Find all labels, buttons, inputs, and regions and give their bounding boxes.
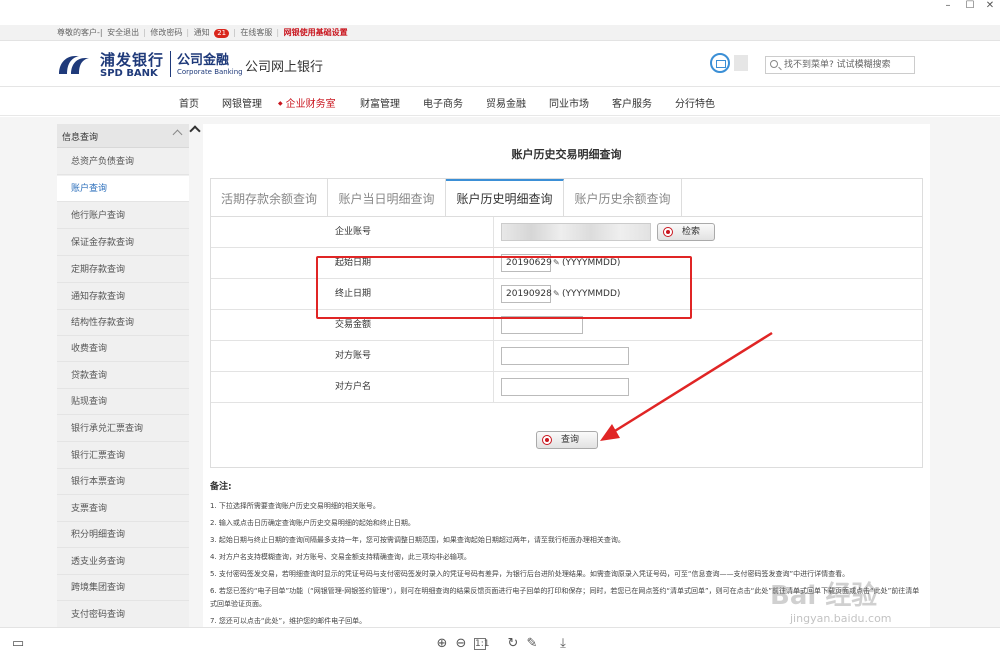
- settings-link[interactable]: 网银使用基础设置: [284, 28, 348, 37]
- sidebar: 信息查询 总资产负债查询 账户查询 他行账户查询 保证金存款查询 定期存款查询 …: [57, 124, 189, 627]
- query-button[interactable]: 查询: [536, 431, 598, 449]
- query-button-label: 查询: [561, 435, 580, 445]
- watermark-url: jingyan.baidu.com: [790, 612, 892, 625]
- nav-item-branch[interactable]: 分行特色: [675, 95, 715, 110]
- logo-divider: [170, 51, 171, 77]
- sidebar-item[interactable]: 银行汇票查询: [57, 443, 189, 469]
- site-title: 公司网上银行: [245, 60, 324, 75]
- download-icon[interactable]: ⤓: [555, 636, 571, 652]
- tab-current-balance[interactable]: 活期存款余额查询: [211, 179, 328, 217]
- window-titlebar: – ☐ ✕: [0, 0, 1000, 14]
- account-select[interactable]: [501, 223, 651, 241]
- counter-account-input[interactable]: [501, 347, 629, 365]
- sidebar-item[interactable]: 透支业务查询: [57, 549, 189, 575]
- sidebar-item[interactable]: 支票查询: [57, 496, 189, 522]
- sidebar-item[interactable]: 支付密码查询: [57, 602, 189, 627]
- minimize-button[interactable]: –: [936, 0, 960, 12]
- button-dot-icon: [542, 435, 552, 445]
- sidebar-section-label: 信息查询: [62, 133, 99, 143]
- search-button[interactable]: 检索: [657, 223, 715, 241]
- util-bar: 尊敬的客户-| 安全退出 | 修改密码 | 通知 21 | 在线客服 | 网银使用基础设…: [0, 25, 1000, 41]
- sidebar-item[interactable]: 总资产负债查询: [57, 149, 189, 175]
- counter-name-input[interactable]: [501, 378, 629, 396]
- sidebar-item[interactable]: 收费查询: [57, 336, 189, 362]
- account-label: 企业账号: [211, 217, 494, 248]
- sidebar-item[interactable]: 银行本票查询: [57, 469, 189, 495]
- sidebar-item[interactable]: 他行账户查询: [57, 203, 189, 229]
- sidebar-item[interactable]: 贷款查询: [57, 363, 189, 389]
- menu-search-input[interactable]: 找不到菜单? 试试模糊搜索: [765, 56, 915, 74]
- nav-item-ebank-mgmt[interactable]: 网银管理: [222, 95, 262, 110]
- notice-count-badge: 21: [214, 29, 230, 38]
- calendar-icon[interactable]: [710, 53, 730, 73]
- watermark: Bai 经验: [770, 581, 878, 611]
- sidebar-item[interactable]: 结构性存款查询: [57, 310, 189, 336]
- button-dot-icon: [663, 227, 673, 237]
- row-account: 企业账号 检索: [211, 217, 922, 248]
- bank-name-en: SPD BANK: [100, 68, 158, 79]
- panel-icon[interactable]: ▭: [10, 636, 26, 652]
- search-button-label: 检索: [682, 227, 701, 237]
- sidebar-item[interactable]: 积分明细查询: [57, 522, 189, 548]
- row-counter-name: 对方户名: [211, 372, 922, 403]
- nav-item-home[interactable]: 首页: [179, 95, 199, 110]
- header: 浦发银行 SPD BANK 公司金融 Corporate Banking 公司网…: [0, 41, 1000, 87]
- tab-history-detail[interactable]: 账户历史明细查询: [446, 179, 564, 217]
- nav-item-customer-service[interactable]: 客户服务: [612, 95, 652, 110]
- corp-name-en: Corporate Banking: [177, 68, 243, 76]
- zoom-in-icon[interactable]: ⊕: [434, 636, 450, 652]
- date-highlight-box: [316, 256, 692, 319]
- tab-bar: 活期存款余额查询 账户当日明细查询 账户历史明细查询 账户历史余额查询: [210, 178, 923, 217]
- fit-page-icon[interactable]: 1:1: [474, 638, 489, 650]
- note-item: 4. 对方户名支持模糊查询，对方账号、交易金额支持精确查询，此三项均非必输项。: [210, 553, 471, 561]
- avatar[interactable]: [734, 55, 748, 71]
- note-item: 3. 起始日期与终止日期的查询间隔最多支持一年，您可按需调整日期范围，如果查询起…: [210, 536, 625, 544]
- sidebar-item-active[interactable]: 账户查询: [57, 176, 189, 202]
- spd-logo-icon: [59, 56, 89, 74]
- notice-link[interactable]: 通知: [194, 28, 210, 37]
- logout-link[interactable]: 安全退出: [107, 28, 139, 37]
- sidebar-item[interactable]: 跨境集团查询: [57, 575, 189, 601]
- tab-history-balance[interactable]: 账户历史余额查询: [564, 179, 682, 217]
- bottom-toolbar: ▭ ⊕ ⊖ 1:1 ↻ ✎ ⤓: [0, 627, 1000, 663]
- search-icon: [770, 60, 778, 68]
- query-form: 企业账号 检索 起始日期 20190629 ✎ (YYYYMMDD) 终止日期 …: [210, 216, 923, 468]
- nav-item-wealth[interactable]: 财富管理: [360, 95, 400, 110]
- main-panel: 账户历史交易明细查询 活期存款余额查询 账户当日明细查询 账户历史明细查询 账户…: [203, 124, 930, 627]
- sidebar-item[interactable]: 贴现查询: [57, 389, 189, 415]
- nav-item-interbank[interactable]: 同业市场: [549, 95, 589, 110]
- counter-name-label: 对方户名: [211, 372, 494, 403]
- row-counter-account: 对方账号: [211, 341, 922, 372]
- note-item: 1. 下拉选择所需要查询账户历史交易明细的相关账号。: [210, 502, 380, 510]
- sidebar-section-header[interactable]: 信息查询: [57, 124, 189, 148]
- nav-item-trade-finance[interactable]: 贸易金融: [486, 95, 526, 110]
- nav-item-finance-room[interactable]: 企业财务室: [278, 95, 336, 110]
- page-title: 账户历史交易明细查询: [511, 148, 622, 161]
- sidebar-item[interactable]: 银行承兑汇票查询: [57, 416, 189, 442]
- sidebar-item[interactable]: 通知存款查询: [57, 284, 189, 310]
- chevron-up-icon: [172, 129, 183, 140]
- main-nav: 首页 网银管理 企业财务室 财富管理 电子商务 贸易金融 同业市场 客户服务 分…: [0, 88, 1000, 116]
- tab-today-detail[interactable]: 账户当日明细查询: [328, 179, 446, 217]
- sidebar-item[interactable]: 定期存款查询: [57, 257, 189, 283]
- sidebar-item[interactable]: 保证金存款查询: [57, 230, 189, 256]
- note-item: 2. 输入或点击日历确定查询账户历史交易明细的起始和终止日期。: [210, 519, 415, 527]
- notes-title: 备注:: [210, 482, 232, 492]
- close-button[interactable]: ✕: [978, 0, 1000, 12]
- online-service-link[interactable]: 在线客服: [240, 28, 272, 37]
- counter-account-label: 对方账号: [211, 341, 494, 372]
- corp-name-cn: 公司金融: [177, 53, 230, 68]
- greeting-text: 尊敬的客户-|: [57, 28, 103, 37]
- bank-name-cn: 浦发银行: [100, 51, 165, 69]
- rotate-icon[interactable]: ↻: [505, 636, 521, 652]
- pencil-icon[interactable]: ✎: [524, 636, 540, 652]
- change-password-link[interactable]: 修改密码: [150, 28, 182, 37]
- zoom-out-icon[interactable]: ⊖: [453, 636, 469, 652]
- nav-item-ecommerce[interactable]: 电子商务: [423, 95, 463, 110]
- search-placeholder: 找不到菜单? 试试模糊搜索: [784, 60, 891, 70]
